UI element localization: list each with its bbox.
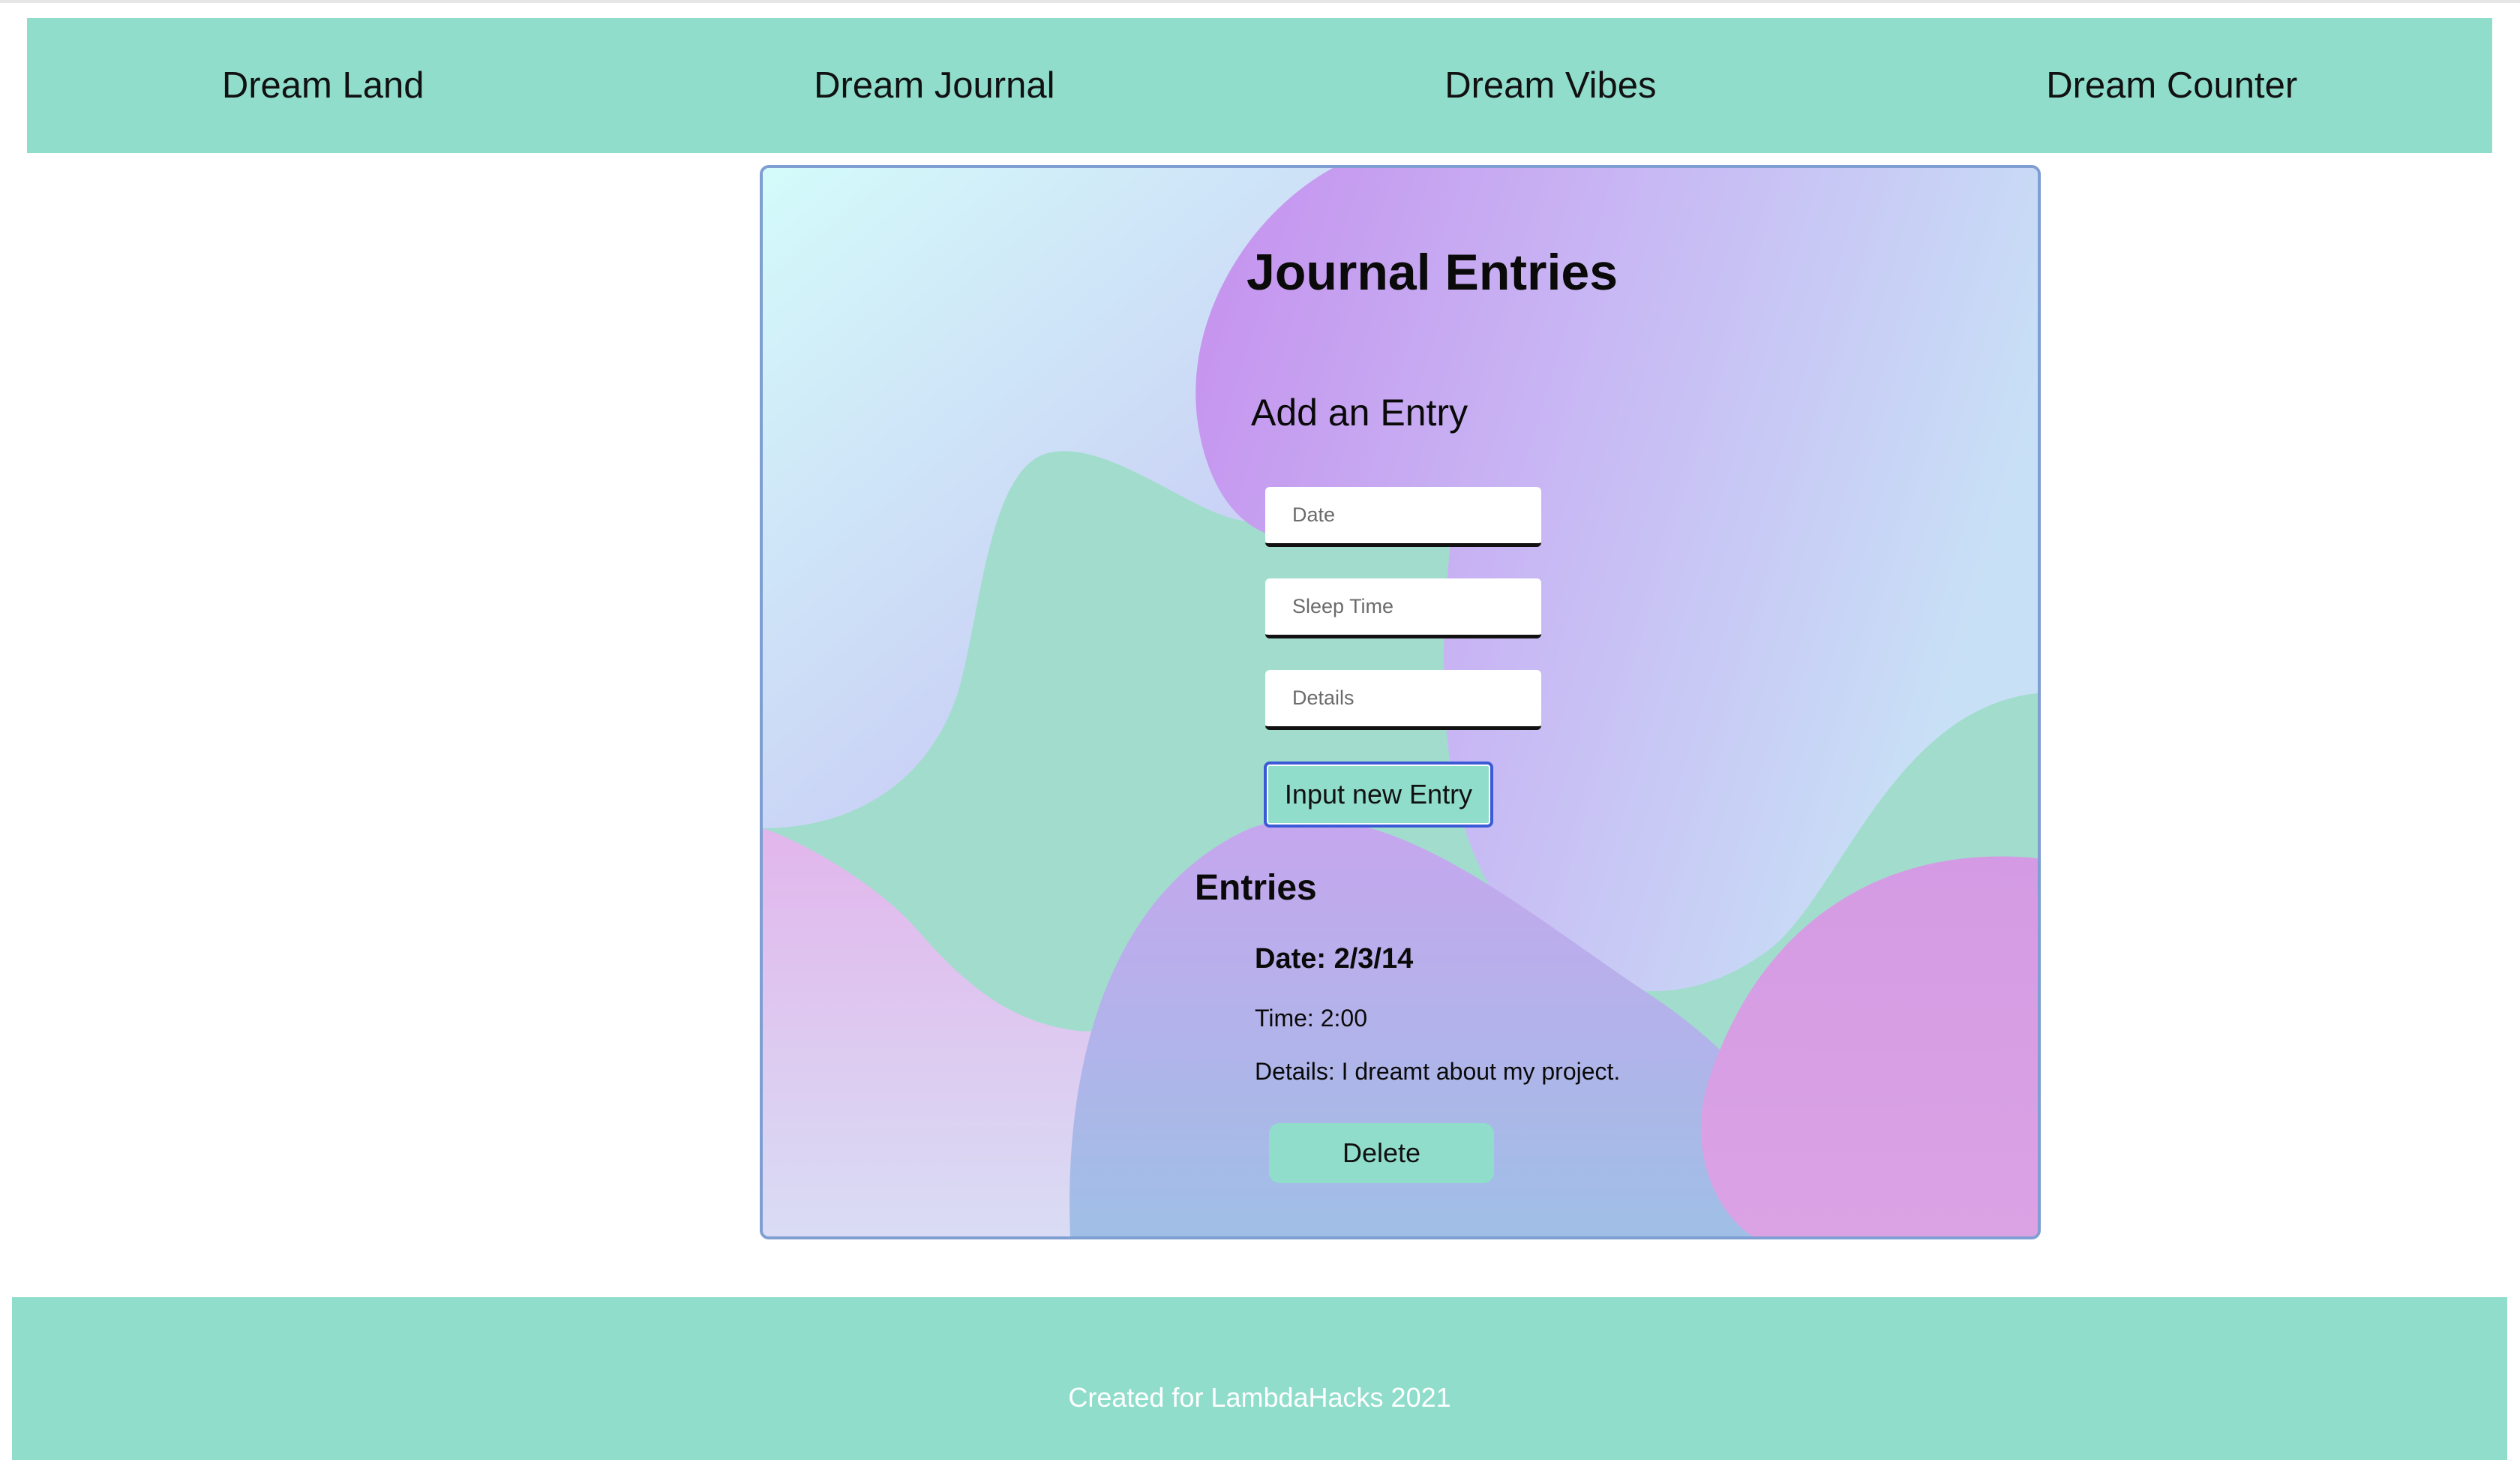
footer-credit: Created for LambdaHacks 2021	[1068, 1382, 1451, 1413]
date-input[interactable]	[1265, 487, 1541, 547]
details-input[interactable]	[1265, 670, 1541, 730]
footer: Created for LambdaHacks 2021	[12, 1297, 2507, 1460]
nav-link-dream-vibes[interactable]: Dream Vibes	[1444, 65, 1656, 107]
journal-content: Journal Entries Add an Entry Input new E…	[763, 168, 2038, 1236]
top-border	[0, 0, 2520, 3]
entry-date: Date: 2/3/14	[1255, 943, 1414, 975]
top-nav: Dream Land Dream Journal Dream Vibes Dre…	[27, 18, 2492, 153]
journal-card: Journal Entries Add an Entry Input new E…	[760, 165, 2041, 1239]
entry-time: Time: 2:00	[1255, 1005, 1367, 1032]
nav-link-dream-land[interactable]: Dream Land	[222, 65, 424, 107]
page-title: Journal Entries	[1246, 244, 1618, 301]
nav-link-dream-counter[interactable]: Dream Counter	[2046, 65, 2297, 107]
entry-details: Details: I dreamt about my project.	[1255, 1058, 1621, 1085]
entries-heading: Entries	[1195, 868, 1317, 908]
nav-link-dream-journal[interactable]: Dream Journal	[814, 65, 1054, 107]
input-new-entry-button[interactable]: Input new Entry	[1264, 762, 1493, 828]
add-entry-heading: Add an Entry	[1251, 392, 1468, 434]
sleep-time-input[interactable]	[1265, 578, 1541, 638]
delete-entry-button[interactable]: Delete	[1269, 1123, 1494, 1183]
